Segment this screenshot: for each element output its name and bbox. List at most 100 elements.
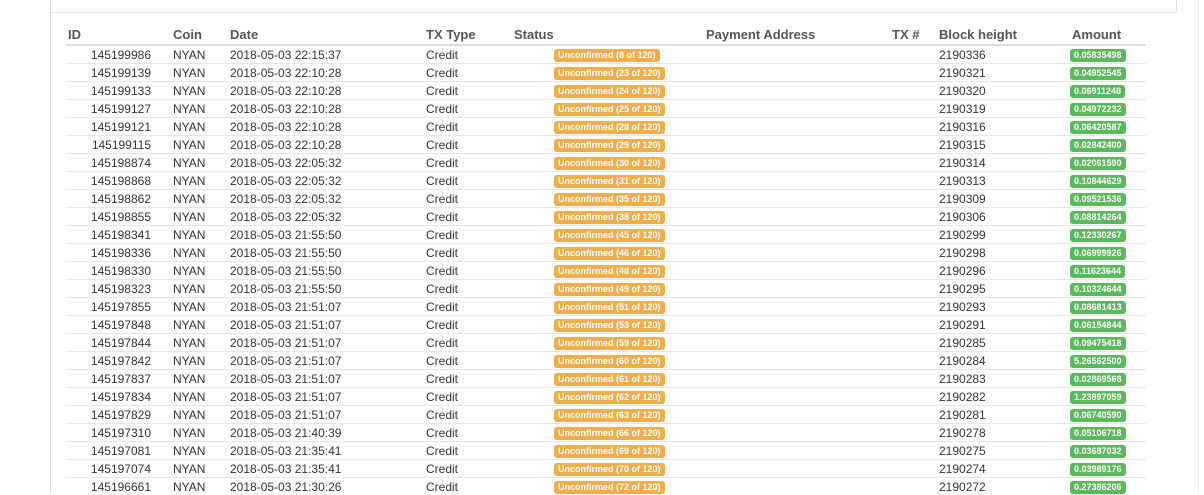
status-badge: Unconfirmed (25 of 120) [554,103,665,116]
cell-status: Unconfirmed (23 of 120) [512,64,704,82]
cell-amount: 0.02061590 [1070,154,1146,172]
cell-payment-address [704,388,890,406]
status-badge: Unconfirmed (69 of 120) [554,445,665,458]
cell-date: 2018-05-03 21:51:07 [228,334,424,352]
cell-tx-num [890,406,937,424]
cell-tx-type: Credit [424,45,512,64]
cell-payment-address [704,154,890,172]
header-amount[interactable]: Amount [1070,24,1146,45]
cell-coin: NYAN [171,316,228,334]
amount-badge: 0.04972232 [1070,103,1126,116]
cell-coin: NYAN [171,190,228,208]
header-block-height[interactable]: Block height [937,24,1070,45]
cell-coin: NYAN [171,280,228,298]
cell-payment-address [704,406,890,424]
header-date[interactable]: Date [228,24,424,45]
cell-payment-address [704,118,890,136]
cell-id: 145198336 [66,244,171,262]
cell-payment-address [704,460,890,478]
cell-tx-type: Credit [424,334,512,352]
table-header-row: ID Coin Date TX Type Status Payment Addr… [66,24,1146,45]
cell-payment-address [704,316,890,334]
header-status[interactable]: Status [512,24,704,45]
cell-payment-address [704,334,890,352]
table-row: 145198868NYAN2018-05-03 22:05:32CreditUn… [66,172,1146,190]
header-id[interactable]: ID [66,24,171,45]
table-row: 145197844NYAN2018-05-03 21:51:07CreditUn… [66,334,1146,352]
cell-status: Unconfirmed (45 of 120) [512,226,704,244]
cell-block-height: 2190284 [937,352,1070,370]
table-row: 145199986NYAN2018-05-03 22:15:37CreditUn… [66,45,1146,64]
status-badge: Unconfirmed (49 of 120) [554,283,665,296]
cell-tx-type: Credit [424,100,512,118]
amount-badge: 0.11623644 [1070,265,1125,278]
cell-amount: 1.23897059 [1070,388,1146,406]
status-badge: Unconfirmed (59 of 120) [554,337,665,350]
status-badge: Unconfirmed (48 of 120) [554,265,665,278]
cell-status: Unconfirmed (48 of 120) [512,262,704,280]
cell-id: 145198341 [66,226,171,244]
amount-badge: 1.23897059 [1070,391,1126,404]
status-badge: Unconfirmed (8 of 120) [554,49,660,62]
cell-date: 2018-05-03 21:55:50 [228,262,424,280]
cell-tx-num [890,280,937,298]
cell-tx-num [890,388,937,406]
cell-amount: 0.04952545 [1070,64,1146,82]
cell-block-height: 2190295 [937,280,1070,298]
table-row: 145199115NYAN2018-05-03 22:10:28CreditUn… [66,136,1146,154]
cell-coin: NYAN [171,172,228,190]
cell-coin: NYAN [171,460,228,478]
cell-block-height: 2190315 [937,136,1070,154]
cell-coin: NYAN [171,406,228,424]
status-badge: Unconfirmed (28 of 120) [554,121,665,134]
cell-status: Unconfirmed (25 of 120) [512,100,704,118]
status-badge: Unconfirmed (61 of 120) [554,373,665,386]
cell-tx-num [890,45,937,64]
table-row: 145199139NYAN2018-05-03 22:10:28CreditUn… [66,64,1146,82]
cell-status: Unconfirmed (31 of 120) [512,172,704,190]
cell-block-height: 2190272 [937,478,1070,495]
header-payment-address[interactable]: Payment Address [704,24,890,45]
cell-payment-address [704,370,890,388]
status-badge: Unconfirmed (23 of 120) [554,67,665,80]
cell-tx-type: Credit [424,208,512,226]
cell-date: 2018-05-03 22:10:28 [228,118,424,136]
cell-date: 2018-05-03 22:15:37 [228,45,424,64]
cell-status: Unconfirmed (61 of 120) [512,370,704,388]
cell-id: 145197074 [66,460,171,478]
cell-coin: NYAN [171,208,228,226]
cell-date: 2018-05-03 22:10:28 [228,64,424,82]
cell-status: Unconfirmed (38 of 120) [512,208,704,226]
cell-date: 2018-05-03 21:51:07 [228,352,424,370]
status-badge: Unconfirmed (62 of 120) [554,391,665,404]
cell-coin: NYAN [171,82,228,100]
cell-id: 145197081 [66,442,171,460]
cell-coin: NYAN [171,298,228,316]
cell-block-height: 2190320 [937,82,1070,100]
header-coin[interactable]: Coin [171,24,228,45]
cell-tx-type: Credit [424,460,512,478]
cell-date: 2018-05-03 21:55:50 [228,244,424,262]
table-row: 145198874NYAN2018-05-03 22:05:32CreditUn… [66,154,1146,172]
table-row: 145197310NYAN2018-05-03 21:40:39CreditUn… [66,424,1146,442]
cell-coin: NYAN [171,64,228,82]
cell-coin: NYAN [171,154,228,172]
cell-amount: 0.02842400 [1070,136,1146,154]
header-tx-num[interactable]: TX # [890,24,937,45]
cell-status: Unconfirmed (53 of 120) [512,316,704,334]
cell-amount: 0.27386206 [1070,478,1146,495]
table-row: 145197834NYAN2018-05-03 21:51:07CreditUn… [66,388,1146,406]
amount-badge: 0.04952545 [1070,67,1126,80]
cell-tx-type: Credit [424,298,512,316]
transactions-table: ID Coin Date TX Type Status Payment Addr… [66,24,1146,495]
cell-tx-type: Credit [424,226,512,244]
cell-date: 2018-05-03 21:40:39 [228,424,424,442]
cell-id: 145197855 [66,298,171,316]
cell-tx-type: Credit [424,244,512,262]
cell-date: 2018-05-03 22:10:28 [228,82,424,100]
cell-block-height: 2190283 [937,370,1070,388]
header-tx-type[interactable]: TX Type [424,24,512,45]
cell-block-height: 2190313 [937,172,1070,190]
cell-coin: NYAN [171,226,228,244]
amount-badge: 0.06999926 [1070,247,1126,260]
